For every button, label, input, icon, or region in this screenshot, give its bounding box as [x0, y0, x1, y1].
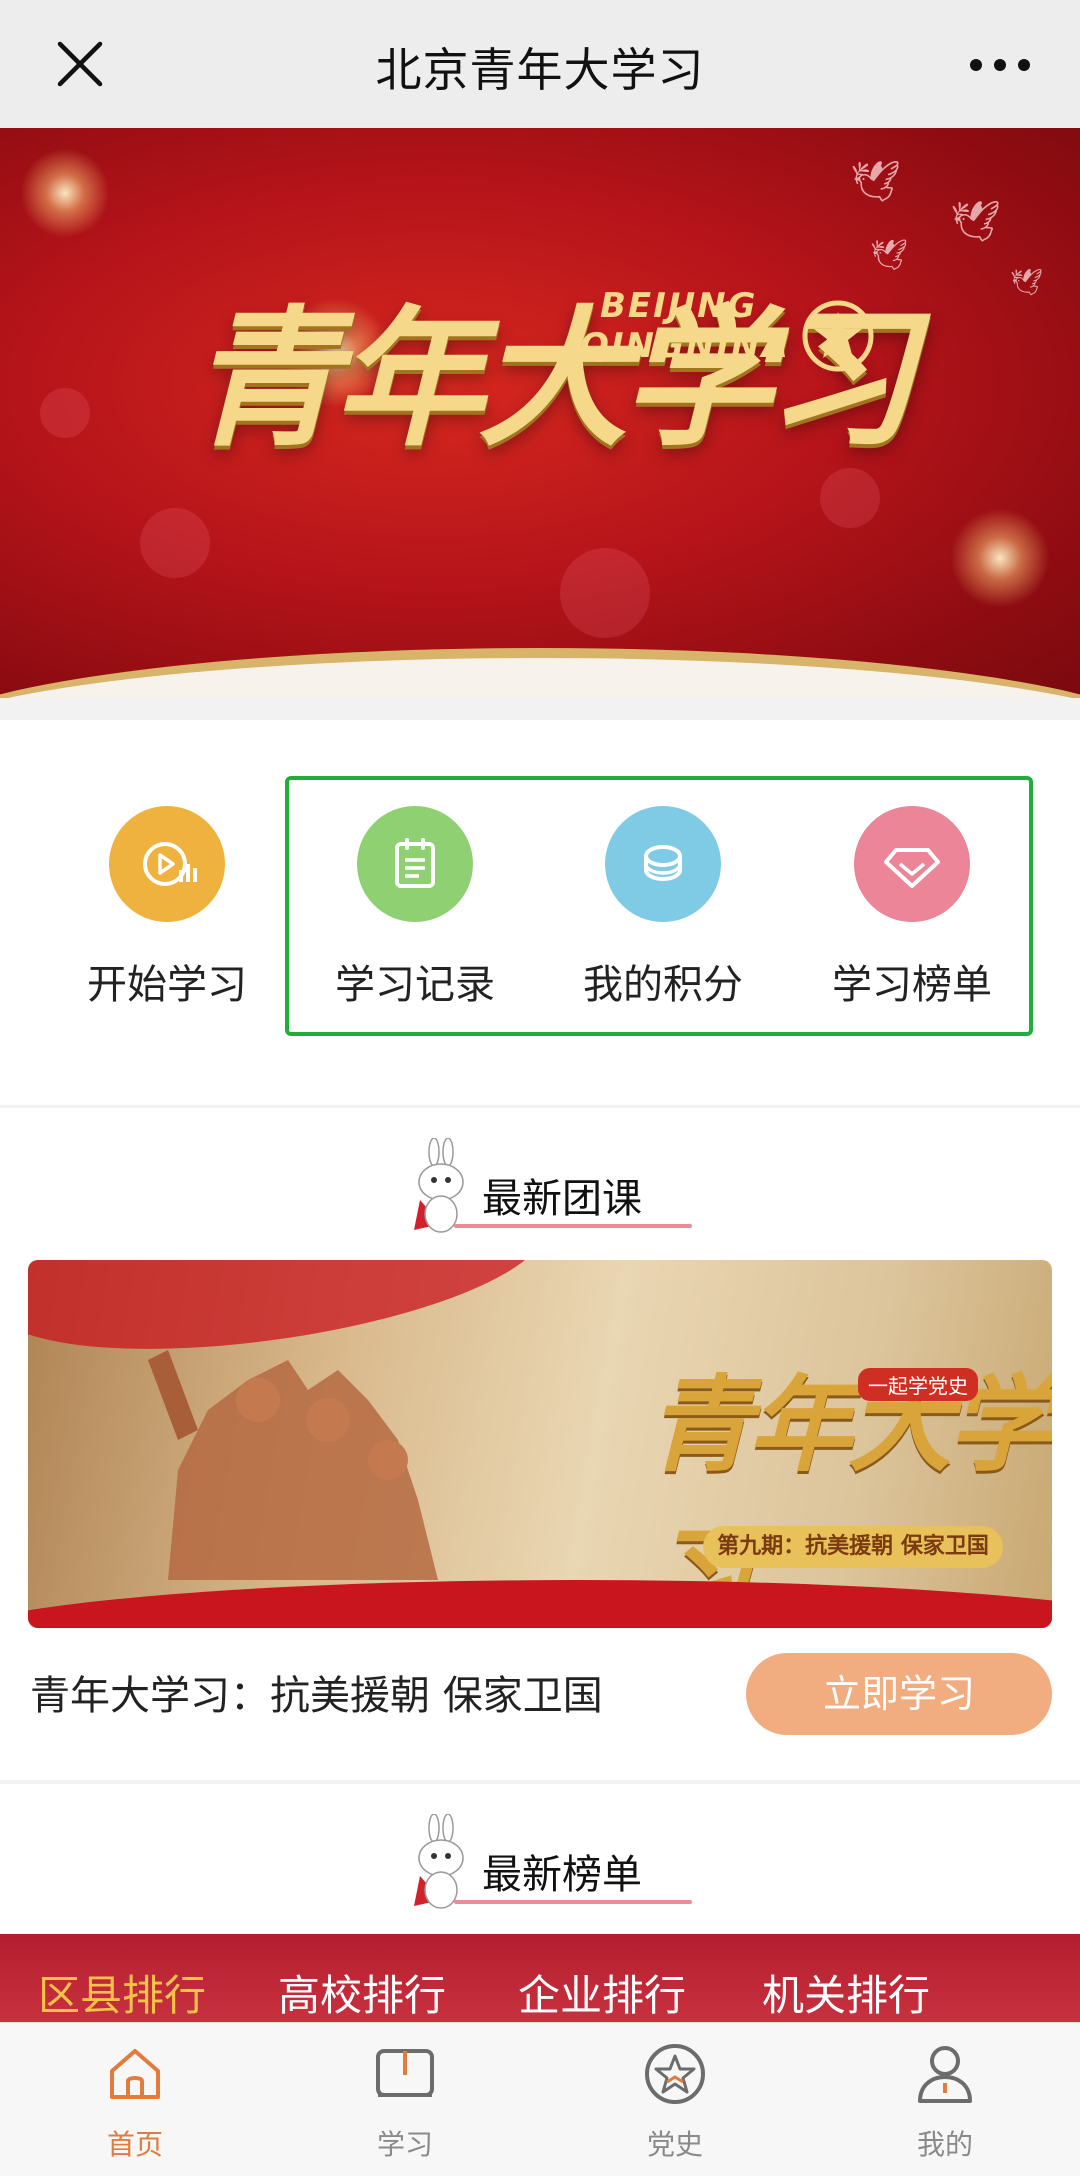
action-label: 学习记录: [335, 962, 495, 1008]
action-label: 我的积分: [583, 962, 743, 1008]
course-cover-image[interactable]: 青年大学习 一起学党史 第九期：抗美援朝 保家卫国: [28, 1260, 1052, 1628]
tab-district-ranking[interactable]: 区县排行: [38, 1962, 206, 2023]
bokeh-decoration: [40, 388, 90, 438]
hero-banner: 🕊 🕊 🕊 🕊 青年大学习 BEIJING QINGNINA: [0, 128, 1080, 698]
bokeh-decoration: [820, 468, 880, 528]
monument-statue-image: [148, 1350, 438, 1580]
nav-label: 党史: [646, 2128, 703, 2161]
bottom-navigation: 首页 学习 党史 我的: [0, 2022, 1080, 2176]
nav-label: 首页: [106, 2128, 163, 2161]
nav-label: 学习: [376, 2128, 433, 2161]
section-underline: [454, 1224, 692, 1228]
banner-subtitle-line2: QINGNINA: [580, 326, 790, 366]
page-title: 北京青年大学习: [375, 43, 705, 97]
diamond-icon: [854, 806, 970, 922]
nav-party-history[interactable]: 党史: [595, 2041, 755, 2163]
tab-agency-ranking[interactable]: 机关排行: [762, 1962, 930, 2023]
star-emblem-icon: [802, 300, 874, 372]
play-chart-icon: [109, 806, 225, 922]
bokeh-decoration: [140, 508, 210, 578]
action-label: 开始学习: [87, 962, 247, 1008]
light-flare: [950, 508, 1050, 608]
banner-subtitle-line1: BEIJING: [600, 286, 758, 326]
bokeh-decoration: [560, 548, 650, 638]
dove-icon: 🕊: [1010, 268, 1044, 298]
user-icon: [918, 2046, 972, 2103]
rabbit-mascot-icon: [414, 1814, 464, 1909]
star-badge-icon: [645, 2044, 705, 2104]
course-title: 青年大学习：抗美援朝 保家卫国: [30, 1673, 603, 1719]
tab-university-ranking[interactable]: 高校排行: [278, 1962, 446, 2023]
nav-label: 我的: [916, 2128, 973, 2161]
rabbit-mascot-icon: [414, 1138, 464, 1233]
latest-ranking-section: 最新榜单 区县排行 高校排行 企业排行 机关排行: [0, 1784, 1080, 2024]
section-title: 最新榜单: [482, 1852, 642, 1898]
section-header: 最新榜单: [0, 1804, 1080, 1914]
action-start-learning[interactable]: 开始学习: [67, 806, 267, 1010]
section-header: 最新团课: [0, 1128, 1080, 1238]
latest-course-section: 最新团课 青年大学习 一起学党史 第九期：抗美援朝 保家卫国 青年大学习：抗美援…: [0, 1108, 1080, 1780]
coin-icon: [605, 806, 721, 922]
nav-home[interactable]: 首页: [55, 2041, 215, 2163]
course-cover-tag: 第九期：抗美援朝 保家卫国: [703, 1526, 1003, 1568]
quick-actions-card: 开始学习 学习记录 我的积分 学习榜单: [0, 720, 1080, 1105]
section-underline: [454, 1900, 692, 1904]
dove-icon: 🕊: [950, 199, 1001, 245]
dove-icon: 🕊: [850, 159, 901, 205]
page: 北京青年大学习 🕊 🕊 🕊 🕊 青年大学习 BEIJING QINGNINA 开…: [0, 0, 1080, 2176]
book-icon: [376, 2049, 434, 2097]
notepad-icon: [357, 806, 473, 922]
study-now-button[interactable]: 立即学习: [746, 1653, 1052, 1735]
nav-profile[interactable]: 我的: [865, 2041, 1025, 2163]
nav-study[interactable]: 学习: [325, 2041, 485, 2163]
more-options-icon[interactable]: [960, 40, 1040, 90]
ranking-tabs: 区县排行 高校排行 企业排行 机关排行: [0, 1934, 1080, 2024]
course-cover-pill: 一起学党史: [858, 1368, 978, 1401]
action-ranking-list[interactable]: 学习榜单: [812, 806, 1012, 1010]
tab-enterprise-ranking[interactable]: 企业排行: [518, 1962, 686, 2023]
banner-bottom-arc: [0, 648, 1080, 698]
light-flare: [20, 148, 110, 238]
top-bar: 北京青年大学习: [0, 0, 1080, 128]
action-label: 学习榜单: [832, 962, 992, 1008]
section-title: 最新团课: [482, 1176, 642, 1222]
action-my-points[interactable]: 我的积分: [563, 806, 763, 1010]
home-icon: [110, 2049, 160, 2099]
action-study-record[interactable]: 学习记录: [315, 806, 515, 1010]
